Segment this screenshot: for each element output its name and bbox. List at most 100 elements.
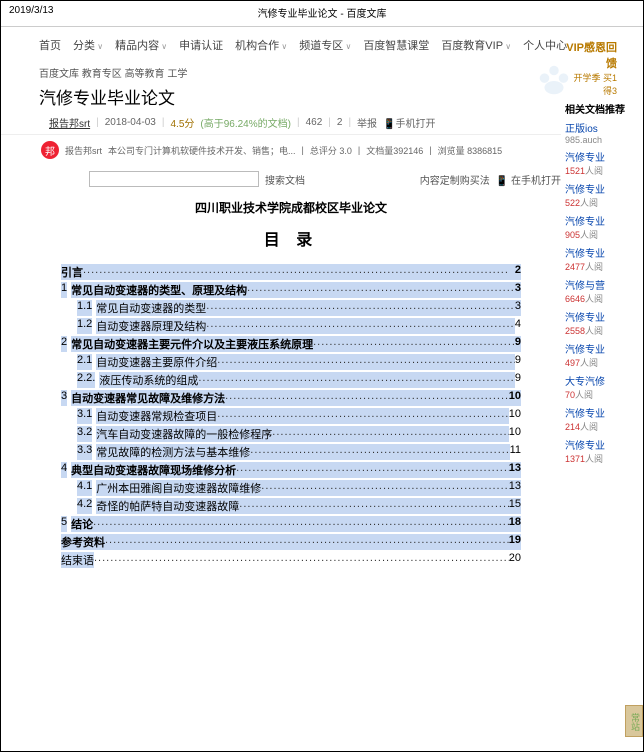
nav-quality[interactable]: 精品内容 [115,37,167,53]
custom-link[interactable]: 内容定制购买法 [420,172,490,187]
meta-row: 报告邦srt| 2018-04-03| 4.5分(高于96.24%的文档)| 4… [1,111,561,134]
related-item[interactable]: 汽修专业214人阅 [565,405,637,433]
toc-line[interactable]: 4.2奇怪的帕萨特自动变速器故障........................… [61,498,521,514]
nav-home[interactable]: 首页 [39,37,61,53]
related-meta: 2477人阅 [565,260,637,273]
crumb-2[interactable]: 高等教育 [125,69,165,80]
nav-coop[interactable]: 机构合作 [235,37,287,53]
related-item[interactable]: 汽修专业1371人阅 [565,437,637,465]
vip-line1: VIP感恩回馈 [565,39,617,71]
crumb-3[interactable]: 工学 [167,69,187,80]
related-meta: 214人阅 [565,420,637,433]
toc-line[interactable]: 1.2自动变速器原理及结构...........................… [61,318,521,334]
toc-label: 常见自动变速器的类型 [96,300,206,316]
toc-page: 15 [509,498,521,514]
toc-dots: ........................................… [225,390,509,406]
related-item[interactable]: 汽修专业497人阅 [565,341,637,369]
uploader-row: 邦 报告邦srt 本公司专门计算机软硬件技术开发、销售；电... | 总评分 3… [1,134,561,165]
vip-promo[interactable]: VIP感恩回馈 开学季 买1得3 [565,35,637,101]
toc-line[interactable]: 3.3常见故障的检测方法与基本维修.......................… [61,444,521,460]
toc-line[interactable]: 4典型自动变速器故障现场维修分析........................… [61,462,521,478]
related-item[interactable]: 汽修专业1521人阅 [565,149,637,177]
related-item[interactable]: 正版ios985.auch [565,120,637,145]
uploader-score: 总评分 3.0 [310,144,352,157]
search-input[interactable] [89,171,259,187]
toc-label: 参考资料 [61,534,105,550]
related-meta: 1521人阅 [565,164,637,177]
related-title: 汽修与营 [565,277,637,292]
toc-num: 1.2 [77,318,92,334]
main-nav: 首页 分类 精品内容 申请认证 机构合作 频道专区 百度智慧课堂 百度教育VIP… [1,27,561,63]
toc-page: 10 [509,426,521,442]
toc-line[interactable]: 2常见自动变速器主要元件介以及主要液压系统原理.................… [61,336,521,352]
nav-category[interactable]: 分类 [73,37,103,53]
related-item[interactable]: 汽修与营6646人阅 [565,277,637,305]
toc-line[interactable]: 1.1常见自动变速器的类型...........................… [61,300,521,316]
toc-line[interactable]: 3自动变速器常见故障及维修方法.........................… [61,390,521,406]
meta-rate: (高于96.24%的文档) [200,115,291,130]
toc-line[interactable]: 结束语.....................................… [61,552,521,568]
related-item[interactable]: 汽修专业2558人阅 [565,309,637,337]
toc-dots: ........................................… [247,282,515,298]
related-header: 相关文档推荐 [565,101,637,116]
page-title: 汽修专业毕业论文 [1,82,561,111]
toc-dots: ........................................… [313,336,515,352]
toc-page: 4 [515,318,521,334]
toc-num: 2 [61,336,67,352]
toc-label: 结论 [71,516,93,532]
related-title: 汽修专业 [565,341,637,356]
author-link[interactable]: 报告邦srt [49,115,90,130]
related-item[interactable]: 汽修专业905人阅 [565,213,637,241]
related-item[interactable]: 汽修专业522人阅 [565,181,637,209]
open-mobile[interactable]: 📱 在手机打开 [496,172,561,187]
toc-label: 自动变速器常规检查项目 [96,408,217,424]
related-title: 汽修专业 [565,149,637,164]
toc-num: 4 [61,462,67,478]
related-item[interactable]: 大专汽修70人阅 [565,373,637,401]
report-link[interactable]: 举报 [357,115,377,130]
mobile-badge[interactable]: 📱手机打开 [383,115,435,130]
toc-line[interactable]: 1常见自动变速器的类型、原理及结构.......................… [61,282,521,298]
toc-line[interactable]: 3.2汽车自动变速器故障的一般检修程序.....................… [61,426,521,442]
nav-apply[interactable]: 申请认证 [179,37,223,53]
toc-line[interactable]: 5结论.....................................… [61,516,521,532]
toc-line[interactable]: 2.1自动变速器主要原件介绍..........................… [61,354,521,370]
crumb-0[interactable]: 百度文库 [39,69,79,80]
toc-dots: ........................................… [83,264,515,280]
search-button[interactable]: 搜索文档 [265,172,305,187]
toc-line[interactable]: 参考资料....................................… [61,534,521,550]
avatar[interactable]: 邦 [41,141,59,159]
nav-channel[interactable]: 频道专区 [299,37,351,53]
toc-page: 11 [510,444,521,460]
toc-line[interactable]: 3.1自动变速器常规检查项目..........................… [61,408,521,424]
related-item[interactable]: 汽修专业2477人阅 [565,245,637,273]
toc-line[interactable]: 2.2.液压传动系统的组成...........................… [61,372,521,388]
toc-dots: ........................................… [93,516,509,532]
toc-num: 3.2 [77,426,92,442]
toc-label: 常见自动变速器的类型、原理及结构 [71,282,247,298]
toc-dots: ........................................… [261,480,508,496]
related-title: 汽修专业 [565,245,637,260]
toc-line[interactable]: 引言......................................… [61,264,521,280]
toc-line[interactable]: 4.1广州本田雅阁自动变速器故障维修......................… [61,480,521,496]
toc-dots: ........................................… [198,372,515,388]
crumb-1[interactable]: 教育专区 [82,69,122,80]
toc-num: 2.1 [77,354,92,370]
toc-page: 2 [515,264,521,280]
uploader-name[interactable]: 报告邦srt [65,144,102,157]
toc-dots: ........................................… [206,318,515,334]
nav-wisdom[interactable]: 百度智慧课堂 [363,37,429,53]
related-meta: 2558人阅 [565,324,637,337]
toc-page: 19 [509,534,521,550]
toc-heading: 目 录 [61,226,521,250]
toc-label: 结束语 [61,552,94,568]
toc-page: 3 [515,300,521,316]
toc-label: 常见故障的检测方法与基本维修 [96,444,250,460]
toc-label: 奇怪的帕萨特自动变速器故障 [96,498,239,514]
corner-tab[interactable]: 常站 [625,705,643,737]
related-title: 正版ios [565,120,637,135]
sidebar: VIP感恩回馈 开学季 买1得3 相关文档推荐 正版ios985.auch 汽修专… [561,27,641,570]
related-meta: 905人阅 [565,228,637,241]
toc-dots: ........................................… [94,552,509,568]
nav-eduvip[interactable]: 百度教育VIP [441,37,511,53]
